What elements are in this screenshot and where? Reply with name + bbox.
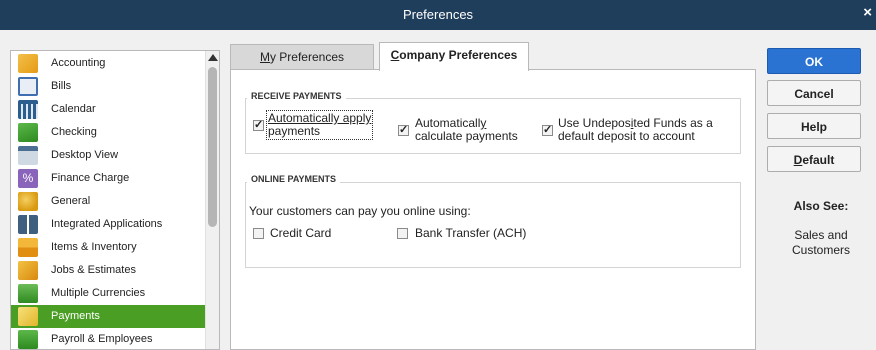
category-label: Bills	[51, 80, 72, 92]
category-item-checking[interactable]: Checking	[11, 121, 207, 144]
title-bar: Preferences ×	[0, 0, 876, 30]
undeposited-funds-label[interactable]: Use Undeposited Funds as a default deposi…	[558, 117, 713, 143]
category-label: Integrated Applications	[51, 218, 163, 230]
category-label: General	[51, 195, 91, 207]
calendar-icon	[18, 100, 38, 119]
desktop-view-icon	[18, 146, 38, 165]
category-label: Accounting	[51, 57, 106, 69]
checking-icon	[18, 123, 38, 142]
ok-button[interactable]: OK	[767, 48, 861, 74]
category-label: Multiple Currencies	[51, 287, 146, 299]
auto-calculate-checkbox[interactable]	[398, 123, 409, 136]
category-item-desktop-view[interactable]: Desktop View	[11, 144, 207, 167]
undeposited-funds-checkbox[interactable]	[542, 123, 553, 136]
category-item-calendar[interactable]: Calendar	[11, 98, 207, 121]
category-item-multiple-currencies[interactable]: Multiple Currencies	[11, 282, 207, 305]
category-item-bills[interactable]: Bills	[11, 75, 207, 98]
also-see-sales-customers-link[interactable]: Sales and Customers	[767, 228, 875, 258]
tab-company-preferences[interactable]: Company Preferences	[379, 42, 529, 71]
integrated-applications-icon	[18, 215, 38, 234]
payroll-employees-icon	[18, 330, 38, 349]
tab-my-preferences[interactable]: My Preferences	[230, 44, 374, 70]
scroll-up-arrow-icon[interactable]	[208, 54, 218, 61]
category-item-integrated-applications[interactable]: Integrated Applications	[11, 213, 207, 236]
category-item-general[interactable]: General	[11, 190, 207, 213]
help-button[interactable]: Help	[767, 113, 861, 139]
online-payments-group	[245, 182, 741, 268]
category-label: Jobs & Estimates	[51, 264, 136, 276]
category-label: Payments	[51, 310, 100, 322]
auto-apply-checkbox[interactable]	[253, 118, 264, 131]
category-label: Payroll & Employees	[51, 333, 153, 345]
receive-payments-title: RECEIVE PAYMENTS	[247, 91, 346, 101]
category-label: Finance Charge	[51, 172, 130, 184]
finance-charge-icon: %	[18, 169, 38, 188]
category-item-jobs-estimates[interactable]: Jobs & Estimates	[11, 259, 207, 282]
category-label: Items & Inventory	[51, 241, 137, 253]
bank-transfer-label[interactable]: Bank Transfer (ACH)	[415, 227, 526, 240]
category-item-payments[interactable]: Payments	[11, 305, 207, 328]
credit-card-checkbox[interactable]	[253, 228, 264, 239]
window-title: Preferences	[402, 7, 474, 22]
close-icon[interactable]: ×	[863, 5, 872, 21]
preferences-panel: RECEIVE PAYMENTS Automatically applypaym…	[230, 69, 756, 350]
online-payments-intro: Your customers can pay you online using:	[249, 204, 471, 218]
jobs-estimates-icon	[18, 261, 38, 280]
default-button[interactable]: Default	[767, 146, 861, 172]
online-payments-title: ONLINE PAYMENTS	[247, 174, 341, 184]
bank-transfer-checkbox[interactable]	[397, 228, 408, 239]
payments-icon	[18, 307, 38, 326]
cancel-button[interactable]: Cancel	[767, 80, 861, 106]
bills-icon	[18, 77, 38, 96]
accounting-icon	[18, 54, 38, 73]
category-item-items-inventory[interactable]: Items & Inventory	[11, 236, 207, 259]
category-label: Desktop View	[51, 149, 119, 161]
general-icon	[18, 192, 38, 211]
auto-calculate-label[interactable]: Automatically calculate payments	[415, 117, 518, 143]
category-label: Calendar	[51, 103, 96, 115]
category-item-finance-charge[interactable]: % Finance Charge	[11, 167, 207, 190]
multiple-currencies-icon	[18, 284, 38, 303]
also-see-title: Also See:	[793, 199, 849, 213]
scrollbar-thumb[interactable]	[208, 67, 217, 227]
category-label: Checking	[51, 126, 97, 138]
category-item-accounting[interactable]: Accounting	[11, 52, 207, 75]
category-scrollbar[interactable]	[205, 51, 219, 349]
auto-apply-label[interactable]: Automatically apply payments	[265, 110, 374, 140]
items-inventory-icon	[18, 238, 38, 257]
category-list: Accounting Bills Calendar Checking Deskt…	[10, 50, 220, 350]
credit-card-label[interactable]: Credit Card	[270, 227, 331, 240]
category-item-payroll-employees[interactable]: Payroll & Employees	[11, 328, 207, 349]
